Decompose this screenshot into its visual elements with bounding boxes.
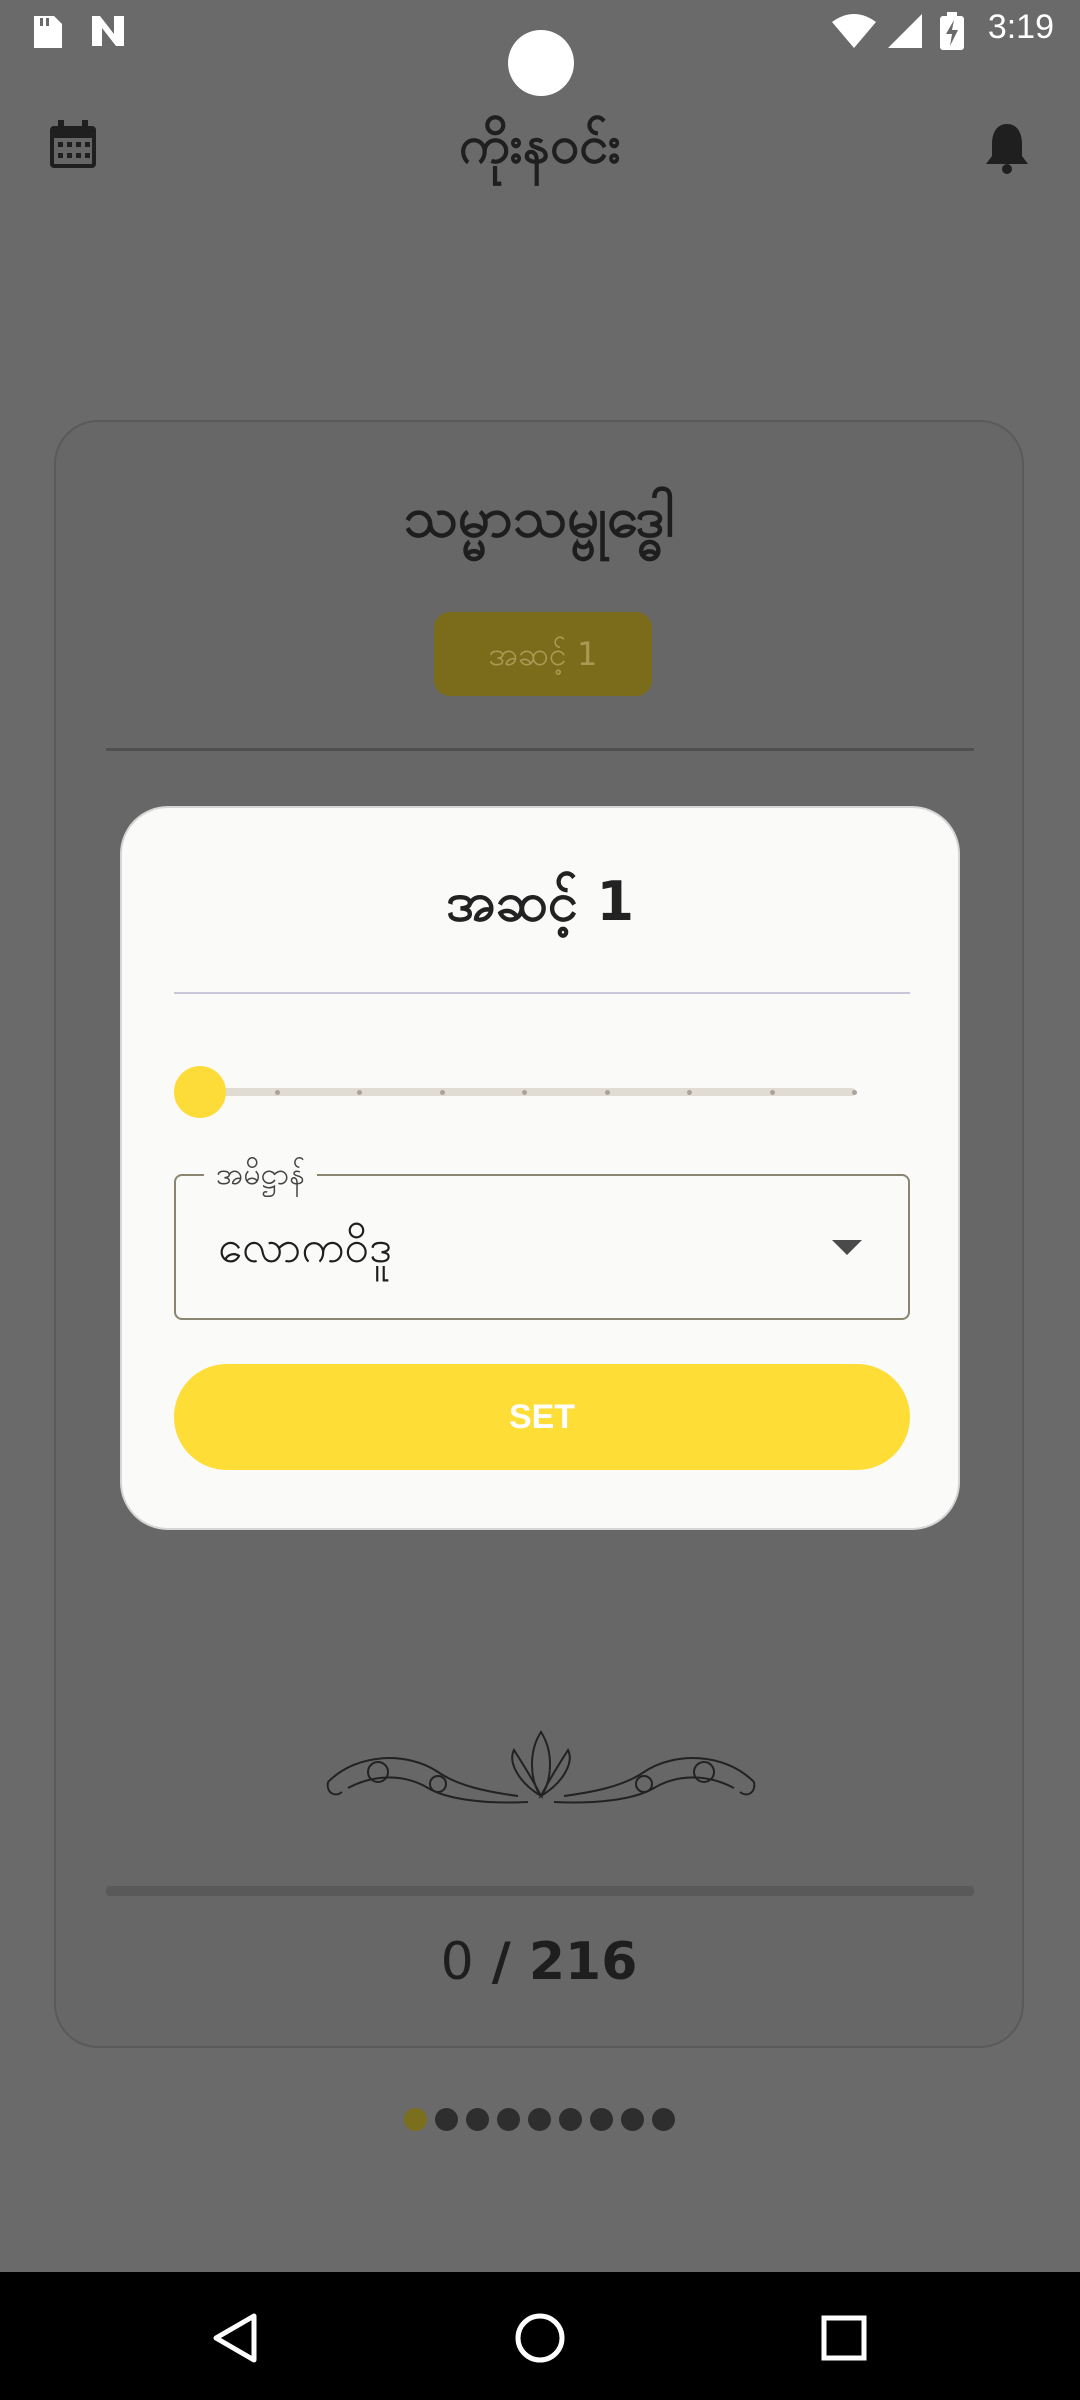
page-dot[interactable] — [528, 2108, 551, 2131]
chant-select-value: လောကဝိဒူ — [218, 1222, 392, 1273]
sd-card-icon — [34, 16, 62, 48]
slider-tick — [852, 1090, 857, 1095]
page-dot[interactable] — [466, 2108, 489, 2131]
page-dot[interactable] — [497, 2108, 520, 2131]
level-badge[interactable]: အဆင့် 1 — [434, 612, 652, 696]
set-button[interactable]: SET — [174, 1364, 910, 1470]
dialog-title: အဆင့် 1 — [445, 870, 635, 933]
home-icon[interactable] — [514, 2312, 566, 2364]
signal-icon — [888, 14, 922, 48]
card-divider — [106, 748, 974, 751]
card-title: သမ္မာသမ္ဗုဒ္ဓေါ — [403, 485, 675, 550]
level-slider-thumb[interactable] — [174, 1066, 226, 1118]
level-slider-track[interactable] — [196, 1088, 857, 1096]
page-indicator — [404, 2108, 675, 2132]
count-display: 0 / 216 — [56, 1932, 1022, 1992]
recents-icon[interactable] — [820, 2314, 868, 2362]
slider-tick — [687, 1090, 692, 1095]
back-icon[interactable] — [210, 2312, 260, 2364]
camera-cutout — [508, 30, 574, 96]
slider-tick — [357, 1090, 362, 1095]
navigation-bar — [0, 2272, 1080, 2400]
count-progress-bar — [106, 1886, 974, 1896]
level-dialog: အဆင့် 1 လောကဝိဒူ အမိဋ္ဌာန် SET — [120, 806, 960, 1530]
wifi-icon — [832, 14, 876, 48]
page-dot[interactable] — [404, 2108, 427, 2131]
page-dot[interactable] — [590, 2108, 613, 2131]
count-current: 0 — [440, 1932, 474, 1992]
count-separator: / — [473, 1932, 529, 1992]
slider-tick — [522, 1090, 527, 1095]
bell-icon[interactable] — [982, 120, 1032, 176]
chant-select-label: အမိဋ္ဌာန် — [204, 1154, 317, 1199]
count-total: 216 — [528, 1932, 638, 1992]
slider-tick — [439, 1090, 445, 1095]
status-time: 3:19 — [987, 8, 1054, 46]
dialog-divider — [174, 992, 910, 994]
battery-charging-icon — [940, 12, 964, 50]
slider-tick — [274, 1090, 280, 1095]
n-logo-icon — [92, 16, 124, 46]
page-dot[interactable] — [559, 2108, 582, 2131]
page-dot[interactable] — [652, 2108, 675, 2131]
slider-tick — [769, 1090, 775, 1095]
page-dot[interactable] — [435, 2108, 458, 2131]
app-title: ကိုးနဝင်း — [458, 115, 622, 175]
lotus-ornament-icon — [326, 1730, 756, 1804]
page-dot[interactable] — [621, 2108, 644, 2131]
slider-tick — [604, 1090, 610, 1095]
dropdown-arrow-icon[interactable] — [832, 1240, 862, 1255]
